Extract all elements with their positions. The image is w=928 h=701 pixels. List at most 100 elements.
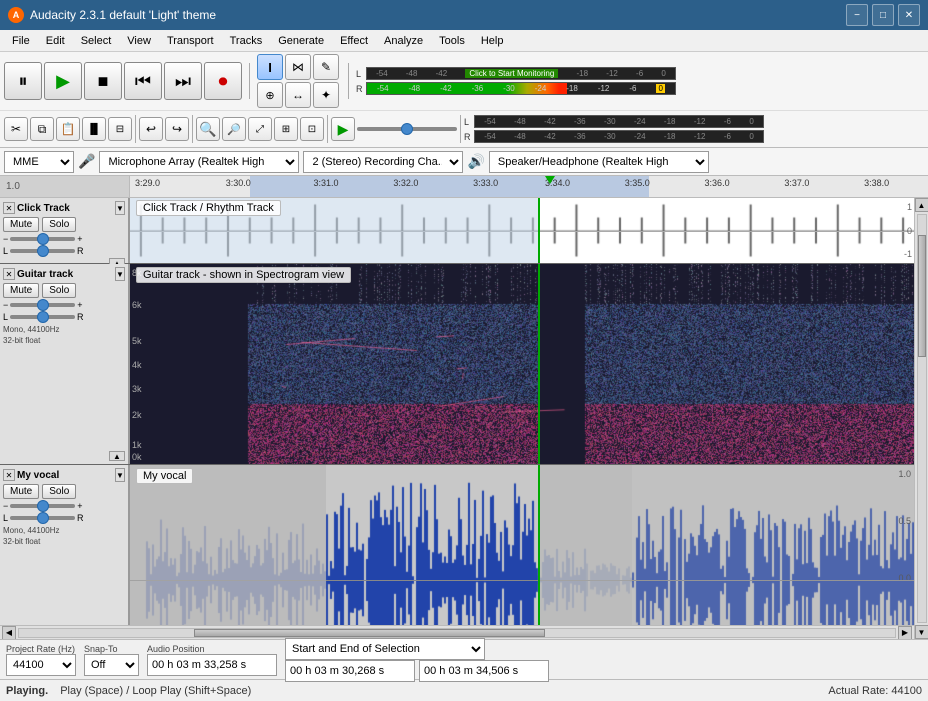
close-button[interactable]: ✕ [898,4,920,26]
play-speed-button[interactable]: ▶ [331,117,355,141]
vocal-unselected-right [632,465,914,625]
menu-effect[interactable]: Effect [332,30,376,51]
click-track-expand[interactable]: ▼ [115,201,125,215]
zoom-in-button[interactable]: 🔍 [196,117,220,141]
pause-button[interactable]: ⏸ [4,62,42,100]
zoom-tool-button[interactable]: ⊕ [257,82,283,108]
play-speed-slider[interactable] [357,127,457,131]
snap-to-select[interactable]: Off [84,654,139,676]
vocal-track-close[interactable]: ✕ [3,469,15,481]
guitar-track-waveform[interactable]: Guitar track - shown in Spectrogram view… [130,264,914,464]
toolbar-separator-4 [192,115,193,143]
scroll-left-button[interactable]: ◀ [2,626,16,640]
v-scroll-track[interactable] [917,214,927,623]
vocal-track-solo[interactable]: Solo [42,484,76,499]
trim-button[interactable]: ▐▌ [82,117,106,141]
click-track-waveform[interactable]: Click Track / Rhythm Track 1 0 -1 [130,198,914,263]
envelope-tool-button[interactable]: ⋈ [285,54,311,80]
record-button[interactable]: ⏺ [204,62,242,100]
v-scroll-thumb[interactable] [918,235,926,357]
timeline-ruler[interactable]: 3:29.0 3:30.0 3:31.0 3:32.0 3:33.0 3:34.… [130,176,928,197]
guitar-track-collapse-btn[interactable]: ▲ [109,451,125,461]
speaker-select[interactable]: Speaker/Headphone (Realtek High [489,151,709,173]
host-select[interactable]: MME [4,151,74,173]
scroll-right-button[interactable]: ▶ [898,626,912,640]
multi-tool-button[interactable]: ✦ [313,82,339,108]
scroll-down-button[interactable]: ▼ [915,625,928,639]
scroll-up-button[interactable]: ▲ [915,198,928,212]
selection-start-input[interactable] [285,660,415,682]
scroll-track[interactable] [18,628,896,638]
selection-mode-select[interactable]: Start and End of Selection [285,638,485,660]
guitar-playhead [538,264,540,464]
skip-forward-button[interactable]: ⏭ [164,62,202,100]
zoom-reset-button[interactable]: ⊡ [300,117,324,141]
guitar-track-gain-slider[interactable] [10,303,75,307]
menu-view[interactable]: View [119,30,159,51]
guitar-track-solo[interactable]: Solo [42,283,76,298]
click-track-gain-slider[interactable] [10,237,75,241]
title-bar-controls: − □ ✕ [846,4,920,26]
silence-button[interactable]: ⊟ [108,117,132,141]
menu-transport[interactable]: Transport [159,30,222,51]
zoom-out-button[interactable]: 🔎 [222,117,246,141]
audio-position-input[interactable] [147,654,277,676]
menu-generate[interactable]: Generate [270,30,332,51]
menu-tools[interactable]: Tools [431,30,473,51]
cut-button[interactable]: ✂ [4,117,28,141]
click-track-solo[interactable]: Solo [42,217,76,232]
skip-back-button[interactable]: ⏮ [124,62,162,100]
toolbar-separator-1 [249,63,250,99]
recording-meter-bar-l[interactable]: -54-48-42-36-30-24-18-12-60 [474,115,764,128]
zoom-fit-button[interactable]: ⤢ [248,117,272,141]
menu-file[interactable]: File [4,30,38,51]
scroll-thumb[interactable] [194,629,544,637]
guitar-track-canvas[interactable] [130,264,914,464]
redo-button[interactable]: ↪ [165,117,189,141]
slide-tool-button[interactable]: ↔ [285,82,311,108]
microphone-select[interactable]: Microphone Array (Realtek High [99,151,299,173]
click-track-mute[interactable]: Mute [3,217,39,232]
menu-edit[interactable]: Edit [38,30,73,51]
menu-select[interactable]: Select [73,30,120,51]
vertical-scrollbar: ▲ ▼ [914,198,928,639]
copy-button[interactable]: ⧉ [30,117,54,141]
selection-end-input[interactable] [419,660,549,682]
stop-button[interactable]: ■ [84,62,122,100]
guitar-track-expand[interactable]: ▼ [115,267,125,281]
channels-select[interactable]: 2 (Stereo) Recording Cha... [303,151,463,173]
vocal-track-waveform[interactable]: My vocal 1.0 0.5 0.0 -0.5 -1.0 [130,465,914,625]
guitar-y-1k: 1k [132,440,142,450]
vocal-unselected-mid [538,465,632,625]
edit-controls: ✂ ⧉ 📋 ▐▌ ⊟ [4,117,132,141]
guitar-track-mute[interactable]: Mute [3,283,39,298]
click-track-pan-slider[interactable] [10,249,75,253]
guitar-track-close[interactable]: ✕ [3,268,15,280]
vocal-playhead [538,465,540,625]
main-content: ✕ Click Track ▼ Mute Solo − + L [0,198,928,639]
menu-help[interactable]: Help [473,30,512,51]
playback-meter-bar-l[interactable]: -54-48-42Click to Start Monitoring-18-12… [366,67,676,80]
vocal-track-mute[interactable]: Mute [3,484,39,499]
maximize-button[interactable]: □ [872,4,894,26]
microphone-icon: 🎤 [78,153,95,170]
project-rate-select[interactable]: 44100 [6,654,76,676]
zoom-selection-button[interactable]: ⊞ [274,117,298,141]
playback-meter-bar-r[interactable]: -54-48-42-36-30-24-18-12-60 [366,82,676,95]
click-track-close[interactable]: ✕ [3,202,15,214]
menu-analyze[interactable]: Analyze [376,30,431,51]
vocal-track-expand[interactable]: ▼ [115,468,125,482]
actual-rate-text: Actual Rate: 44100 [828,685,922,697]
paste-button[interactable]: 📋 [56,117,80,141]
recording-meter-bar-r[interactable]: -54-48-42-36-30-24-18-12-60 [474,130,764,143]
undo-button[interactable]: ↩ [139,117,163,141]
vocal-track-pan-slider[interactable] [10,516,75,520]
minimize-button[interactable]: − [846,4,868,26]
guitar-y-6k: 6k [132,300,142,310]
guitar-track-pan-slider[interactable] [10,315,75,319]
play-button[interactable]: ▶ [44,62,82,100]
menu-tracks[interactable]: Tracks [222,30,271,51]
vocal-track-gain-slider[interactable] [10,504,75,508]
draw-tool-button[interactable]: ✎ [313,54,339,80]
selection-tool-button[interactable]: I [257,54,283,80]
